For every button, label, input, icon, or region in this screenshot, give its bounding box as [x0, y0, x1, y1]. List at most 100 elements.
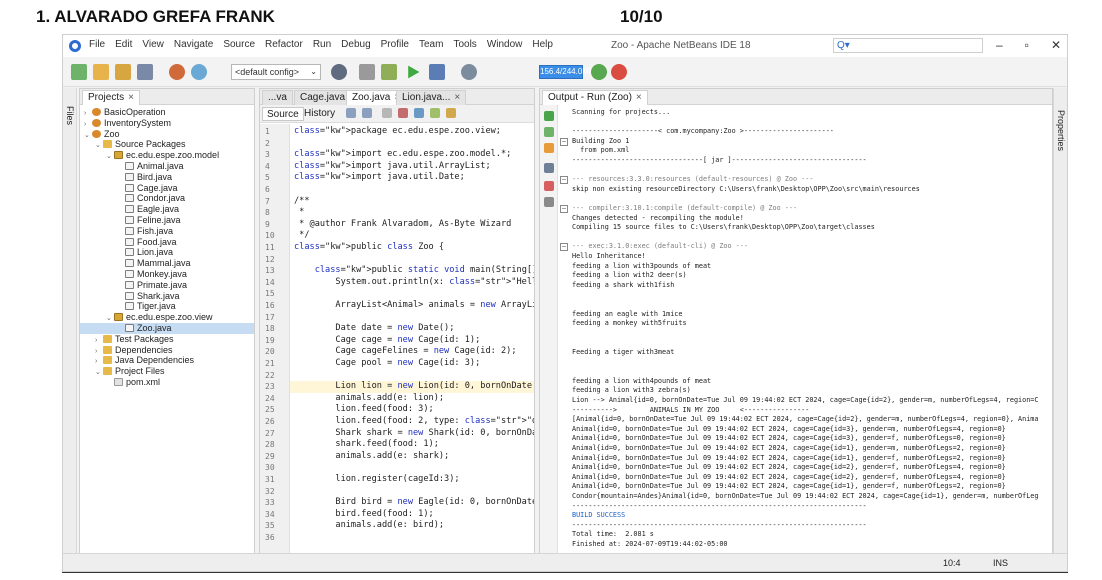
- rerun-options-icon[interactable]: [544, 127, 554, 137]
- files-tab[interactable]: Files: [65, 106, 75, 125]
- menu-item-source[interactable]: Source: [223, 39, 255, 50]
- menu-item-navigate[interactable]: Navigate: [174, 39, 213, 50]
- toggle-highlight-icon[interactable]: [398, 108, 408, 118]
- menu-item-debug[interactable]: Debug: [341, 39, 370, 50]
- redo-icon[interactable]: [191, 64, 207, 80]
- close-icon[interactable]: ×: [128, 92, 134, 103]
- tree-item[interactable]: ⌄ Source Packages: [80, 139, 254, 150]
- menu-item-file[interactable]: File: [89, 39, 105, 50]
- clean-build-icon[interactable]: [381, 64, 397, 80]
- tree-item-label: Test Packages: [115, 333, 174, 344]
- tree-item[interactable]: › Java Dependencies: [80, 355, 254, 366]
- tree-item[interactable]: ⌄ ec.edu.espe.zoo.model: [80, 150, 254, 161]
- settings-icon[interactable]: [544, 163, 554, 173]
- tree-item[interactable]: Primate.java: [80, 280, 254, 291]
- tree-item[interactable]: › Test Packages: [80, 333, 254, 345]
- file-icon: [125, 259, 134, 268]
- code-area[interactable]: class="kw">package ec.edu.espe.zoo.view;…: [290, 124, 534, 571]
- netbeans-logo-icon: [69, 40, 81, 52]
- projects-tab[interactable]: Projects ×: [82, 90, 140, 105]
- menu-item-team[interactable]: Team: [419, 39, 443, 50]
- tree-item[interactable]: ⌄ Project Files: [80, 366, 254, 377]
- search-input[interactable]: Q▾: [833, 38, 983, 53]
- tree-item[interactable]: Monkey.java: [80, 269, 254, 280]
- history-tab[interactable]: History: [300, 107, 339, 121]
- wrap-icon[interactable]: [544, 197, 554, 207]
- tree-item[interactable]: Mammal.java: [80, 258, 254, 269]
- fold-toggle-icon[interactable]: –: [560, 243, 568, 252]
- tree-item[interactable]: Bird.java: [80, 172, 254, 183]
- fold-toggle-icon[interactable]: –: [560, 137, 568, 146]
- menu-item-run[interactable]: Run: [313, 39, 331, 50]
- tree-item[interactable]: Tiger.java: [80, 301, 254, 312]
- minimize-icon[interactable]: –: [996, 38, 1003, 52]
- tree-item[interactable]: › InventorySystem: [80, 118, 254, 129]
- tree-item[interactable]: pom.xml: [80, 377, 254, 388]
- editor-tab[interactable]: Lion.java... ×: [396, 90, 467, 105]
- source-tab[interactable]: Source: [262, 107, 304, 121]
- tree-item[interactable]: › BasicOperation: [80, 107, 254, 118]
- memory-indicator[interactable]: 156.4/244.0MB: [539, 65, 594, 79]
- rerun-icon[interactable]: [544, 111, 554, 121]
- tree-item[interactable]: › Dependencies: [80, 345, 254, 356]
- menu-item-tools[interactable]: Tools: [453, 39, 476, 50]
- menu-item-edit[interactable]: Edit: [115, 39, 132, 50]
- tree-item[interactable]: Animal.java: [80, 161, 254, 172]
- output-tab[interactable]: Output - Run (Zoo) ×: [542, 90, 648, 105]
- menu-item-profile[interactable]: Profile: [381, 39, 409, 50]
- tree-item[interactable]: Eagle.java: [80, 204, 254, 215]
- new-project-icon[interactable]: [93, 64, 109, 80]
- tree-item[interactable]: Fish.java: [80, 226, 254, 237]
- stop-icon[interactable]: [544, 143, 554, 153]
- back-icon[interactable]: [346, 108, 356, 118]
- find-icon[interactable]: [382, 108, 392, 118]
- comment-icon[interactable]: [446, 108, 456, 118]
- editor-tab[interactable]: ...va: [262, 90, 293, 105]
- stop-gc-icon[interactable]: [611, 64, 627, 80]
- output-console[interactable]: Scanning for projects... ----------------…: [558, 105, 1052, 571]
- tree-item[interactable]: Shark.java: [80, 291, 254, 302]
- main-toolbar: <default config> ⌄ 156.4/244.0MB: [63, 57, 1067, 87]
- open-project-icon[interactable]: [115, 64, 131, 80]
- undo-icon[interactable]: [169, 64, 185, 80]
- profile-project-icon[interactable]: [461, 64, 477, 80]
- gc-icon[interactable]: [591, 64, 607, 80]
- menu-item-window[interactable]: Window: [487, 39, 523, 50]
- clear-icon[interactable]: [544, 181, 554, 191]
- tree-item[interactable]: ⌄ Zoo: [80, 129, 254, 140]
- bookmark-icon[interactable]: [414, 108, 424, 118]
- tree-item[interactable]: ⌄ ec.edu.espe.zoo.view: [80, 312, 254, 323]
- properties-tab[interactable]: Properties: [1056, 110, 1066, 151]
- code-line: animals.add(e: bird);: [294, 520, 445, 531]
- fold-toggle-icon[interactable]: –: [560, 205, 568, 213]
- close-icon[interactable]: ×: [636, 92, 642, 103]
- hammer-build-icon[interactable]: [359, 64, 375, 80]
- tree-item[interactable]: Lion.java: [80, 247, 254, 258]
- shift-icon[interactable]: [430, 108, 440, 118]
- tree-item[interactable]: Food.java: [80, 237, 254, 248]
- menu-item-help[interactable]: Help: [532, 39, 553, 50]
- close-icon[interactable]: ×: [454, 92, 460, 103]
- projects-tab-label: Projects: [88, 92, 125, 103]
- code-line: lion.register(cageId:3);: [294, 474, 460, 484]
- maximize-icon[interactable]: ▫: [1025, 38, 1029, 52]
- new-file-icon[interactable]: [71, 64, 87, 80]
- menu-item-refactor[interactable]: Refactor: [265, 39, 303, 50]
- tree-item[interactable]: Cage.java: [80, 183, 254, 194]
- forward-icon[interactable]: [362, 108, 372, 118]
- tree-item[interactable]: Zoo.java: [80, 322, 254, 334]
- tree-item[interactable]: Feline.java: [80, 215, 254, 226]
- settings-gear-icon[interactable]: [331, 64, 347, 80]
- code-line: Shark shark = new Shark(id: 0, bornOnDat…: [294, 427, 534, 438]
- editor-tab-label: Cage.java: [300, 92, 346, 103]
- config-select[interactable]: <default config> ⌄: [231, 64, 321, 80]
- save-all-icon[interactable]: [137, 64, 153, 80]
- code-line: animals.add(e: lion);: [294, 392, 445, 403]
- debug-project-icon[interactable]: [429, 64, 445, 80]
- tree-item[interactable]: Condor.java: [80, 193, 254, 204]
- run-project-icon[interactable]: [408, 65, 420, 79]
- fold-toggle-icon[interactable]: –: [560, 176, 568, 185]
- close-icon[interactable]: ✕: [1051, 38, 1061, 52]
- menu-item-view[interactable]: View: [142, 39, 164, 50]
